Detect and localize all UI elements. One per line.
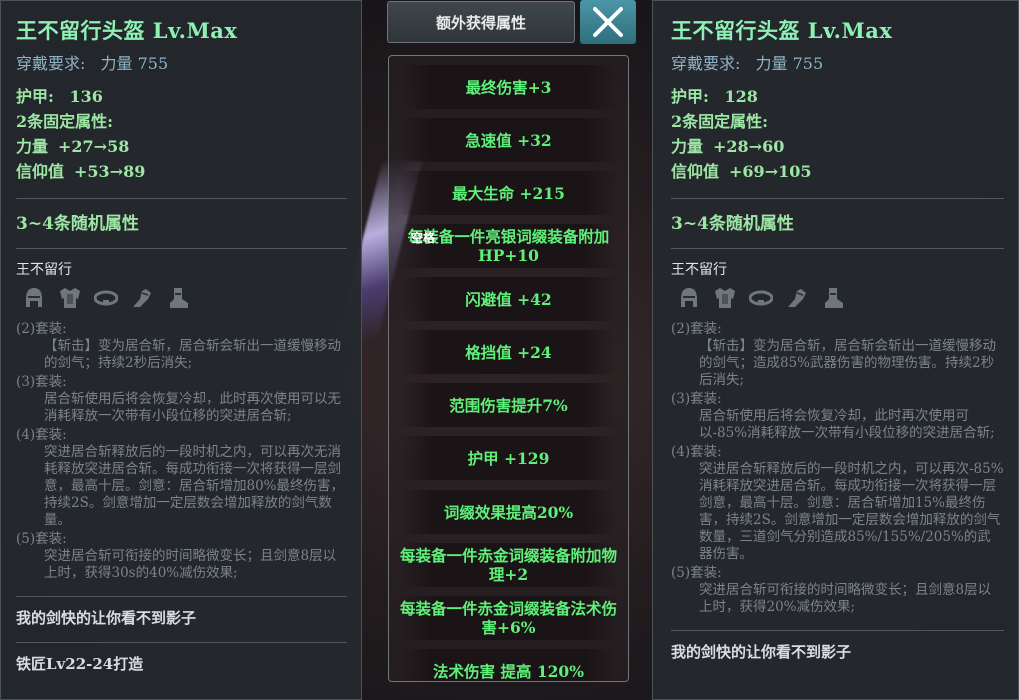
divider: [16, 642, 347, 643]
boots-icon: [166, 285, 190, 311]
divider: [671, 248, 1004, 249]
attribute-option[interactable]: 词缀效果提高20%: [400, 490, 617, 534]
attribute-option[interactable]: 最终伤害+3: [400, 65, 617, 109]
belt-icon: [748, 285, 774, 311]
fixed-attr-label: 2条固定属性:: [16, 112, 114, 131]
helmet-icon: [677, 285, 701, 311]
fixed-attr-faith: 信仰值 +53→89: [16, 162, 146, 181]
attribute-option[interactable]: 闪避值 +42: [400, 277, 617, 321]
requirement-line: 穿戴要求: 力量 755: [16, 54, 169, 73]
extra-attribute-list[interactable]: 最终伤害+3 急速值 +32 最大生命 +215 每装备一件亮银词缀装备附加HP…: [388, 55, 629, 682]
fixed-attr-faith: 信仰值 +69→105: [671, 162, 812, 181]
requirement-line: 穿戴要求: 力量 755: [671, 54, 824, 73]
set-piece-icons: [677, 285, 1004, 311]
attribute-option[interactable]: 最大生命 +215: [400, 171, 617, 215]
set-name: 王不留行: [16, 262, 72, 278]
flavor-text: 我的剑快的让你看不到影子: [16, 609, 197, 627]
blacksmith-text: 铁匠Lv22-24打造: [16, 655, 144, 673]
set-piece-icons: [22, 285, 347, 311]
extra-attributes-header: 额外获得属性: [387, 1, 575, 43]
attribute-option[interactable]: 范围伤害提升7%: [400, 383, 617, 427]
attribute-option[interactable]: 法术伤害 提高 120%: [400, 649, 617, 681]
space-key-hint: 空格: [411, 231, 436, 245]
divider: [671, 630, 1004, 631]
item-title: 王不留行头盔 Lv.Max: [671, 18, 893, 43]
armor-line: 护甲: 136: [16, 87, 103, 106]
fixed-attr-strength: 力量 +28→60: [671, 137, 785, 156]
divider: [671, 198, 1004, 199]
belt-icon: [93, 285, 119, 311]
chest-armor-icon: [58, 285, 82, 311]
fixed-attr-strength: 力量 +27→58: [16, 137, 130, 156]
set-bonus-list: (2)套装: 【斩击】变为居合斩，居合斩会斩出一道缓慢移动的剑气；造成85%武器…: [671, 321, 1004, 615]
chest-armor-icon: [713, 285, 737, 311]
divider: [16, 596, 347, 597]
gauntlet-icon: [785, 285, 809, 311]
armor-line: 护甲: 128: [671, 87, 758, 106]
attribute-option[interactable]: 每装备一件赤金词缀装备法术伤害+6%: [400, 596, 617, 640]
divider: [16, 248, 347, 249]
helmet-icon: [22, 285, 46, 311]
set-name: 王不留行: [671, 262, 727, 278]
boots-icon: [821, 285, 845, 311]
random-attr-label: 3~4条随机属性: [671, 214, 794, 234]
right-item-tooltip: 王不留行头盔 Lv.Max 穿戴要求: 力量 755 护甲: 128 2条固定属…: [652, 0, 1019, 700]
attribute-option[interactable]: 护甲 +129: [400, 436, 617, 480]
set-bonus-list: (2)套装: 【斩击】变为居合斩，居合斩会斩出一道缓慢移动的剑气；持续2秒后消失…: [16, 321, 345, 581]
attribute-option[interactable]: 格挡值 +24: [400, 330, 617, 374]
fixed-attr-label: 2条固定属性:: [671, 112, 769, 131]
attribute-option[interactable]: 急速值 +32: [400, 118, 617, 162]
close-icon: [593, 7, 623, 37]
divider: [16, 198, 347, 199]
item-title: 王不留行头盔 Lv.Max: [16, 18, 238, 43]
random-attr-label: 3~4条随机属性: [16, 214, 139, 234]
left-item-tooltip: 王不留行头盔 Lv.Max 穿戴要求: 力量 755 护甲: 136 2条固定属…: [0, 0, 362, 700]
gauntlet-icon: [130, 285, 154, 311]
close-button[interactable]: [580, 0, 636, 44]
attribute-option[interactable]: 每装备一件赤金词缀装备附加物理+2: [400, 543, 617, 587]
flavor-text: 我的剑快的让你看不到影子: [671, 643, 852, 661]
